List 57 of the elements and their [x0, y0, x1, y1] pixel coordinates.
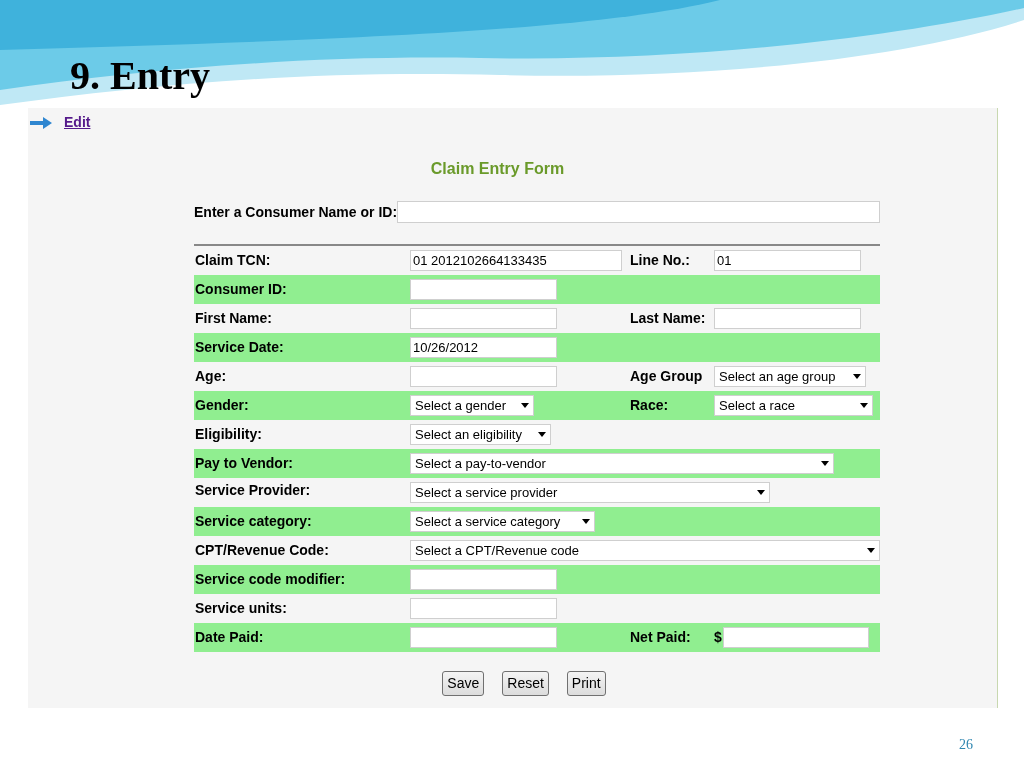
form-button[interactable]: Reset [502, 671, 549, 696]
currency-symbol: $ [714, 628, 722, 647]
dropdown[interactable]: Select a pay-to-vendor [410, 453, 834, 474]
caret-icon [860, 403, 868, 408]
field-label: Service category: [194, 512, 313, 531]
field-label: Date Paid: [194, 628, 265, 647]
field-label: Service code modifier: [194, 570, 347, 589]
dropdown[interactable]: Select a service provider [410, 482, 770, 503]
caret-icon [757, 490, 765, 495]
text-field[interactable] [410, 308, 557, 329]
dropdown[interactable]: Select an age group [714, 366, 866, 387]
dropdown[interactable]: Select a gender [410, 395, 534, 416]
arrow-icon [30, 116, 52, 129]
text-field[interactable] [714, 308, 861, 329]
text-field[interactable]: 01 [714, 250, 861, 271]
slide-title: 9. Entry [70, 52, 211, 100]
form-button[interactable]: Print [566, 671, 606, 696]
field-label: Gender: [194, 396, 250, 415]
text-field[interactable]: 01 2012102664133435 [410, 250, 622, 271]
text-field[interactable]: 10/26/2012 [410, 337, 557, 358]
form-button[interactable]: Save [442, 671, 485, 696]
caret-icon [538, 432, 546, 437]
caret-icon [867, 548, 875, 553]
field-label: Line No.: [630, 251, 691, 270]
field-label: Race: [630, 396, 670, 415]
dropdown[interactable]: Select a CPT/Revenue code [410, 540, 880, 561]
caret-icon [821, 461, 829, 466]
field-label: CPT/Revenue Code: [194, 541, 330, 560]
search-field[interactable] [397, 201, 880, 223]
caret-icon [521, 403, 529, 408]
field-label: Age Group [630, 367, 704, 386]
dropdown[interactable]: Select a race [714, 395, 873, 416]
text-field[interactable] [410, 598, 557, 619]
caret-icon [853, 374, 861, 379]
edit-link[interactable]: Edit [64, 112, 91, 133]
field-label: Consumer ID: [194, 280, 288, 299]
field-label: Net Paid: [630, 628, 692, 647]
field-label: Age: [194, 367, 228, 386]
field-label: Eligibility: [194, 425, 263, 444]
form-title: Claim Entry Form [430, 159, 565, 179]
text-field[interactable] [410, 279, 557, 300]
field-label: Claim TCN: [194, 251, 272, 270]
field-label: Pay to Vendor: [194, 454, 295, 473]
field-label: Service units: [194, 599, 288, 618]
search-label: Enter a Consumer Name or ID: [194, 202, 398, 222]
dropdown[interactable]: Select an eligibility [410, 424, 551, 445]
field-label: Service Date: [194, 338, 285, 357]
text-field[interactable] [722, 627, 869, 648]
field-label: Last Name: [630, 309, 707, 328]
caret-icon [582, 519, 590, 524]
text-field[interactable] [410, 627, 557, 648]
page-number: 26 [959, 736, 973, 754]
text-field[interactable] [410, 366, 557, 387]
text-field[interactable] [410, 569, 557, 590]
dropdown[interactable]: Select a service category [410, 511, 595, 532]
field-label: Service Provider: [194, 481, 312, 500]
field-label: First Name: [194, 309, 274, 328]
